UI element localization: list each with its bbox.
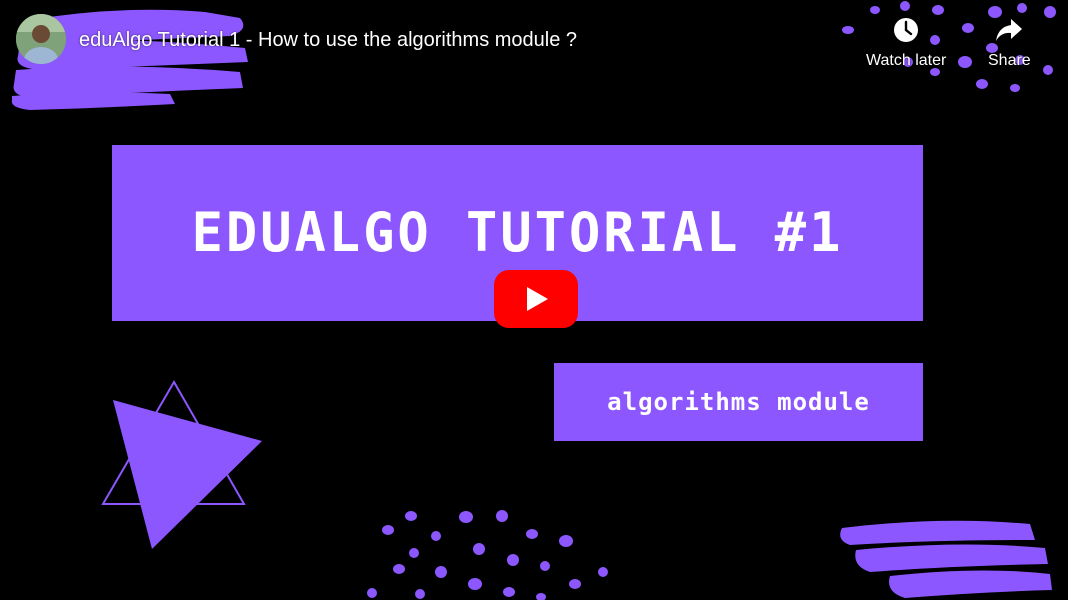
watch-later-label: Watch later	[866, 52, 947, 69]
share-label: Share	[988, 52, 1031, 69]
thumbnail-subheading: algorithms module	[607, 388, 870, 416]
clock-icon	[890, 12, 922, 48]
play-icon	[494, 270, 578, 328]
watch-later-button[interactable]: Watch later	[866, 12, 946, 70]
triangles-bottom-left	[101, 380, 262, 549]
thumbnail-subtitle-banner: algorithms module	[554, 363, 923, 441]
share-arrow-icon	[993, 12, 1025, 48]
dots-bottom	[367, 510, 608, 600]
play-button[interactable]	[494, 270, 578, 328]
channel-avatar[interactable]	[16, 14, 66, 64]
player-top-bar: eduAlgo Tutorial 1 - How to use the algo…	[0, 0, 1068, 90]
brush-stroke-bottom-right	[840, 520, 1052, 598]
video-player[interactable]: eduAlgo Tutorial 1 - How to use the algo…	[0, 0, 1068, 600]
thumbnail-heading: EDUALGO TUTORIAL #1	[191, 201, 844, 265]
video-title[interactable]: eduAlgo Tutorial 1 - How to use the algo…	[79, 27, 577, 53]
share-button[interactable]: Share	[988, 12, 1031, 70]
